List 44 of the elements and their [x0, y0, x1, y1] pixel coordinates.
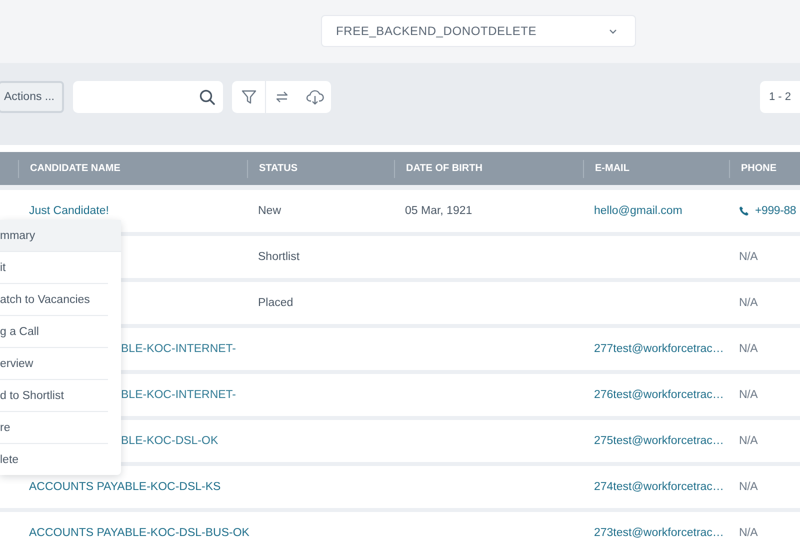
menu-item[interactable]: g a Call [0, 316, 108, 348]
email-link[interactable]: 276test@workforcetrac… [594, 389, 724, 401]
pagination-range: 1 - 2 [760, 81, 800, 113]
menu-item[interactable]: d to Shortlist [0, 380, 108, 412]
status-text: Shortlist [258, 251, 300, 263]
candidate-name-link[interactable]: BLE-KOC-DSL-OK [121, 435, 218, 447]
phone-text: N/A [739, 435, 758, 447]
date-of-birth-text: 05 Mar, 1921 [405, 205, 472, 217]
column-header: DATE OF BIRTH [394, 160, 583, 178]
menu-item[interactable]: re [0, 412, 108, 444]
candidate-name-link[interactable]: BLE-KOC-INTERNET- [121, 343, 236, 355]
phone-text: N/A [739, 389, 758, 401]
candidate-name-link[interactable]: Just Candidate! [29, 205, 109, 217]
phone-text: +999-88 [755, 205, 796, 217]
menu-item[interactable]: atch to Vacancies [0, 284, 108, 316]
actions-button[interactable]: Actions ... [0, 81, 64, 113]
candidate-name-link[interactable]: BLE-KOC-INTERNET- [121, 389, 236, 401]
column-header: PHONE [729, 160, 800, 178]
phone-text: N/A [739, 297, 758, 309]
menu-item[interactable]: lete [0, 444, 108, 475]
status-text: New [258, 205, 282, 217]
search-field[interactable] [73, 81, 223, 113]
email-link[interactable]: 275test@workforcetrac… [594, 435, 724, 447]
phone-icon [739, 206, 749, 216]
account-select[interactable]: FREE_BACKEND_DONOTDELETE [321, 15, 636, 47]
email-link[interactable]: 274test@workforcetrac… [594, 481, 724, 493]
email-link[interactable]: hello@gmail.com [594, 205, 682, 217]
column-header: E-MAIL [583, 160, 729, 178]
menu-item[interactable]: erview [0, 348, 108, 380]
candidate-name-link[interactable]: ACCOUNTS PAYABLE-KOC-DSL-BUS-OK [29, 527, 250, 539]
menu-item[interactable]: it [0, 252, 108, 284]
status-text: Placed [258, 297, 294, 309]
phone-text: N/A [739, 481, 758, 493]
phone-text: N/A [739, 343, 758, 355]
phone-text: N/A [739, 527, 758, 539]
column-header: STATUS [247, 160, 394, 178]
menu-item[interactable]: mmary [0, 220, 121, 252]
column-header: CANDIDATE NAME [18, 160, 247, 178]
search-icon [199, 89, 215, 105]
phone-text: N/A [739, 251, 758, 263]
email-link[interactable]: 273test@workforcetrac… [594, 527, 724, 539]
chevron-down-icon [609, 28, 617, 34]
candidate-name-link[interactable]: ACCOUNTS PAYABLE-KOC-DSL-KS [29, 481, 221, 493]
email-link[interactable]: 277test@workforcetrac… [594, 343, 724, 355]
